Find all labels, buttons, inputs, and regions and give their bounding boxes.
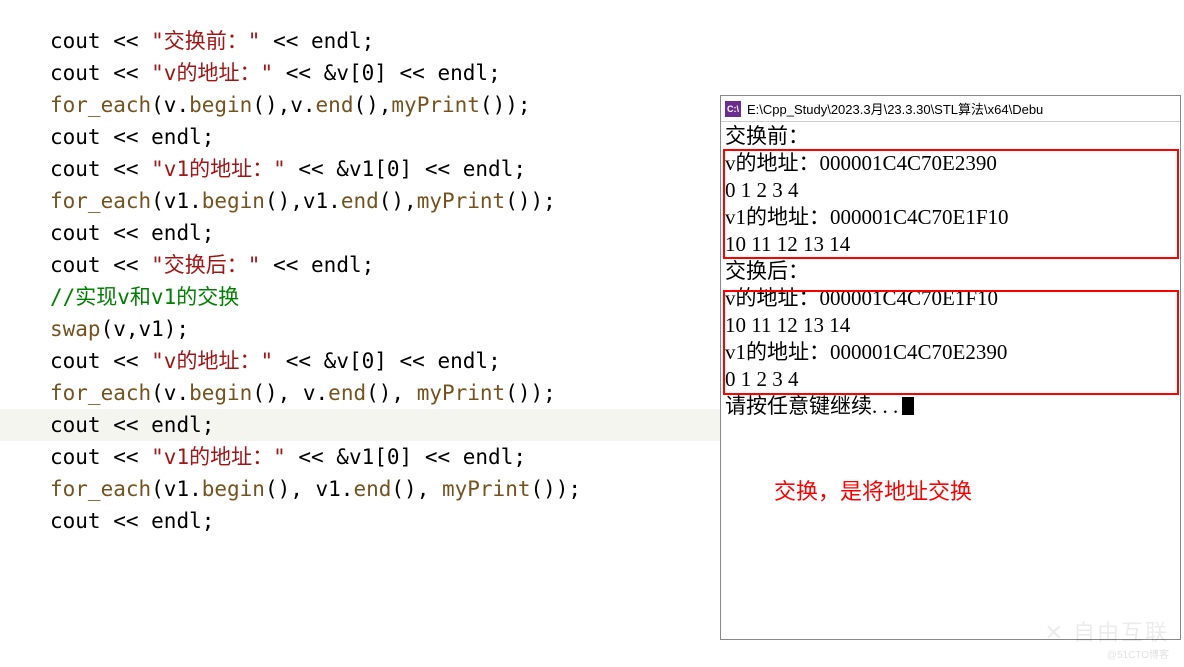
- code-line: cout << endl;: [0, 121, 720, 153]
- console-line: 0 1 2 3 4: [725, 366, 1176, 393]
- watermark: ✕ 自由互联: [1044, 615, 1169, 647]
- code-line: for_each(v1.begin(),v1.end(),myPrint());: [0, 185, 720, 217]
- code-line: cout << "交换后：" << endl;: [0, 249, 720, 281]
- code-editor[interactable]: cout << "交换前：" << endl; cout << "v的地址：" …: [0, 25, 720, 537]
- annotation-text: 交换，是将地址交换: [774, 478, 972, 505]
- code-line: for_each(v.begin(),v.end(),myPrint());: [0, 89, 720, 121]
- code-line: for_each(v1.begin(), v1.end(), myPrint()…: [0, 473, 720, 505]
- console-line: 交换后：: [725, 258, 1176, 285]
- code-line: cout << "v1的地址：" << &v1[0] << endl;: [0, 153, 720, 185]
- watermark-sub: @51CTO博客: [1107, 646, 1169, 661]
- code-line: swap(v,v1);: [0, 313, 720, 345]
- code-line: for_each(v.begin(), v.end(), myPrint());: [0, 377, 720, 409]
- console-line: 0 1 2 3 4: [725, 177, 1176, 204]
- console-icon: C:\: [725, 101, 741, 117]
- code-line: //实现v和v1的交换: [0, 281, 720, 313]
- console-line: v的地址：000001C4C70E1F10: [725, 285, 1176, 312]
- code-line: cout << endl;: [0, 409, 720, 441]
- console-title: E:\Cpp_Study\2023.3月\23.3.30\STL算法\x64\D…: [747, 99, 1043, 118]
- console-line: 10 11 12 13 14: [725, 312, 1176, 339]
- console-line: 请按任意键继续. . .: [725, 393, 1176, 420]
- console-line: 交换前：: [725, 123, 1176, 150]
- console-window[interactable]: C:\ E:\Cpp_Study\2023.3月\23.3.30\STL算法\x…: [720, 95, 1181, 640]
- console-output: 交换前： v的地址：000001C4C70E2390 0 1 2 3 4 v1的…: [721, 122, 1180, 421]
- cursor-icon: [902, 397, 914, 415]
- console-line: v1的地址：000001C4C70E2390: [725, 339, 1176, 366]
- code-line: cout << endl;: [0, 505, 720, 537]
- console-line: v的地址：000001C4C70E2390: [725, 150, 1176, 177]
- console-titlebar[interactable]: C:\ E:\Cpp_Study\2023.3月\23.3.30\STL算法\x…: [721, 96, 1180, 122]
- console-line: 10 11 12 13 14: [725, 231, 1176, 258]
- code-line: cout << "v的地址：" << &v[0] << endl;: [0, 345, 720, 377]
- code-line: cout << endl;: [0, 217, 720, 249]
- code-line: cout << "v的地址：" << &v[0] << endl;: [0, 57, 720, 89]
- code-line: cout << "v1的地址：" << &v1[0] << endl;: [0, 441, 720, 473]
- console-line: v1的地址：000001C4C70E1F10: [725, 204, 1176, 231]
- code-line: cout << "交换前：" << endl;: [0, 25, 720, 57]
